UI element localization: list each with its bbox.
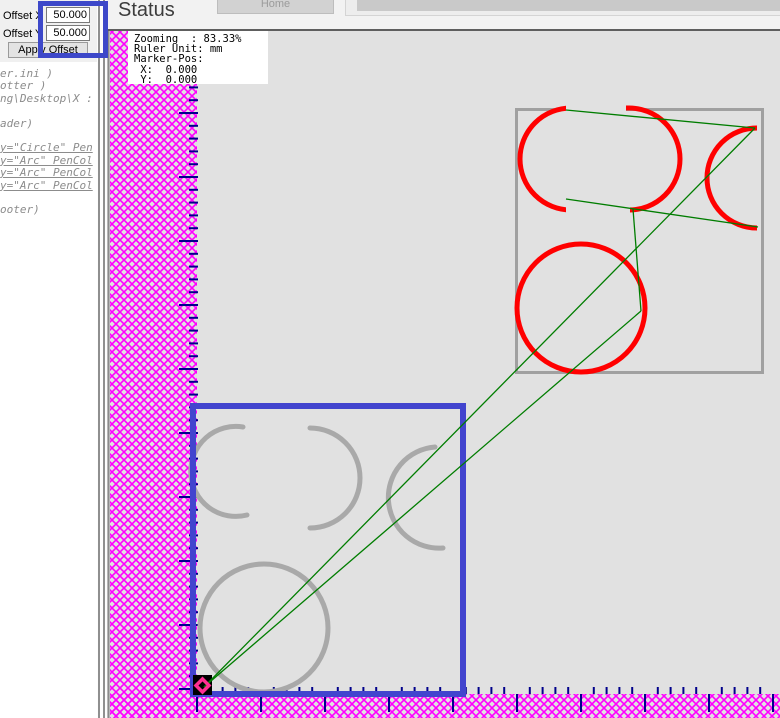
margin-hatch-bottom bbox=[110, 694, 780, 718]
hpgl-code-panel: er.ini )otter )ng\Desktop\X :ader)y="Cir… bbox=[0, 68, 97, 718]
apply-offset-button[interactable]: Apply Offset bbox=[8, 42, 88, 58]
code-line: ooter) bbox=[0, 204, 97, 216]
sidebar-divider bbox=[97, 0, 107, 718]
offset-y-label: Offset Y bbox=[3, 28, 42, 40]
margin-hatch-left bbox=[110, 31, 197, 718]
pen-gap bbox=[566, 204, 630, 215]
code-line bbox=[0, 105, 97, 117]
code-line: otter ) bbox=[0, 80, 97, 92]
toolbar-panel bbox=[345, 0, 780, 16]
top-bar: Status Home bbox=[107, 0, 780, 31]
divider-line bbox=[103, 0, 105, 718]
offset-y-input[interactable] bbox=[46, 25, 90, 41]
plot-canvas[interactable] bbox=[107, 31, 780, 718]
sidebar: Offset X Offset Y Apply Offset er.ini )o… bbox=[0, 0, 97, 718]
app-window: Offset X Offset Y Apply Offset er.ini )o… bbox=[0, 0, 780, 718]
offset-panel: Offset X Offset Y Apply Offset bbox=[0, 0, 97, 62]
marker-y-readout: Y: 0.000 bbox=[134, 75, 268, 85]
home-button-label: Home bbox=[261, 0, 290, 10]
code-line[interactable]: y="Arc" PenCol bbox=[0, 180, 97, 192]
code-line: ng\Desktop\X : bbox=[0, 93, 97, 105]
status-info-box: Zooming : 83.33% Ruler Unit: mm Marker-P… bbox=[128, 31, 268, 84]
toolbar-inner-bar bbox=[357, 0, 780, 11]
status-tab-title: Status bbox=[118, 0, 175, 22]
home-button[interactable]: Home bbox=[217, 0, 334, 14]
divider-line bbox=[98, 0, 100, 718]
page-background bbox=[107, 31, 780, 718]
code-line[interactable]: y="Arc" PenCol bbox=[0, 167, 97, 179]
code-line: ader) bbox=[0, 118, 97, 130]
offset-x-label: Offset X bbox=[3, 10, 43, 22]
offset-x-input[interactable] bbox=[46, 7, 90, 23]
code-line[interactable]: y="Circle" Pen bbox=[0, 142, 97, 154]
